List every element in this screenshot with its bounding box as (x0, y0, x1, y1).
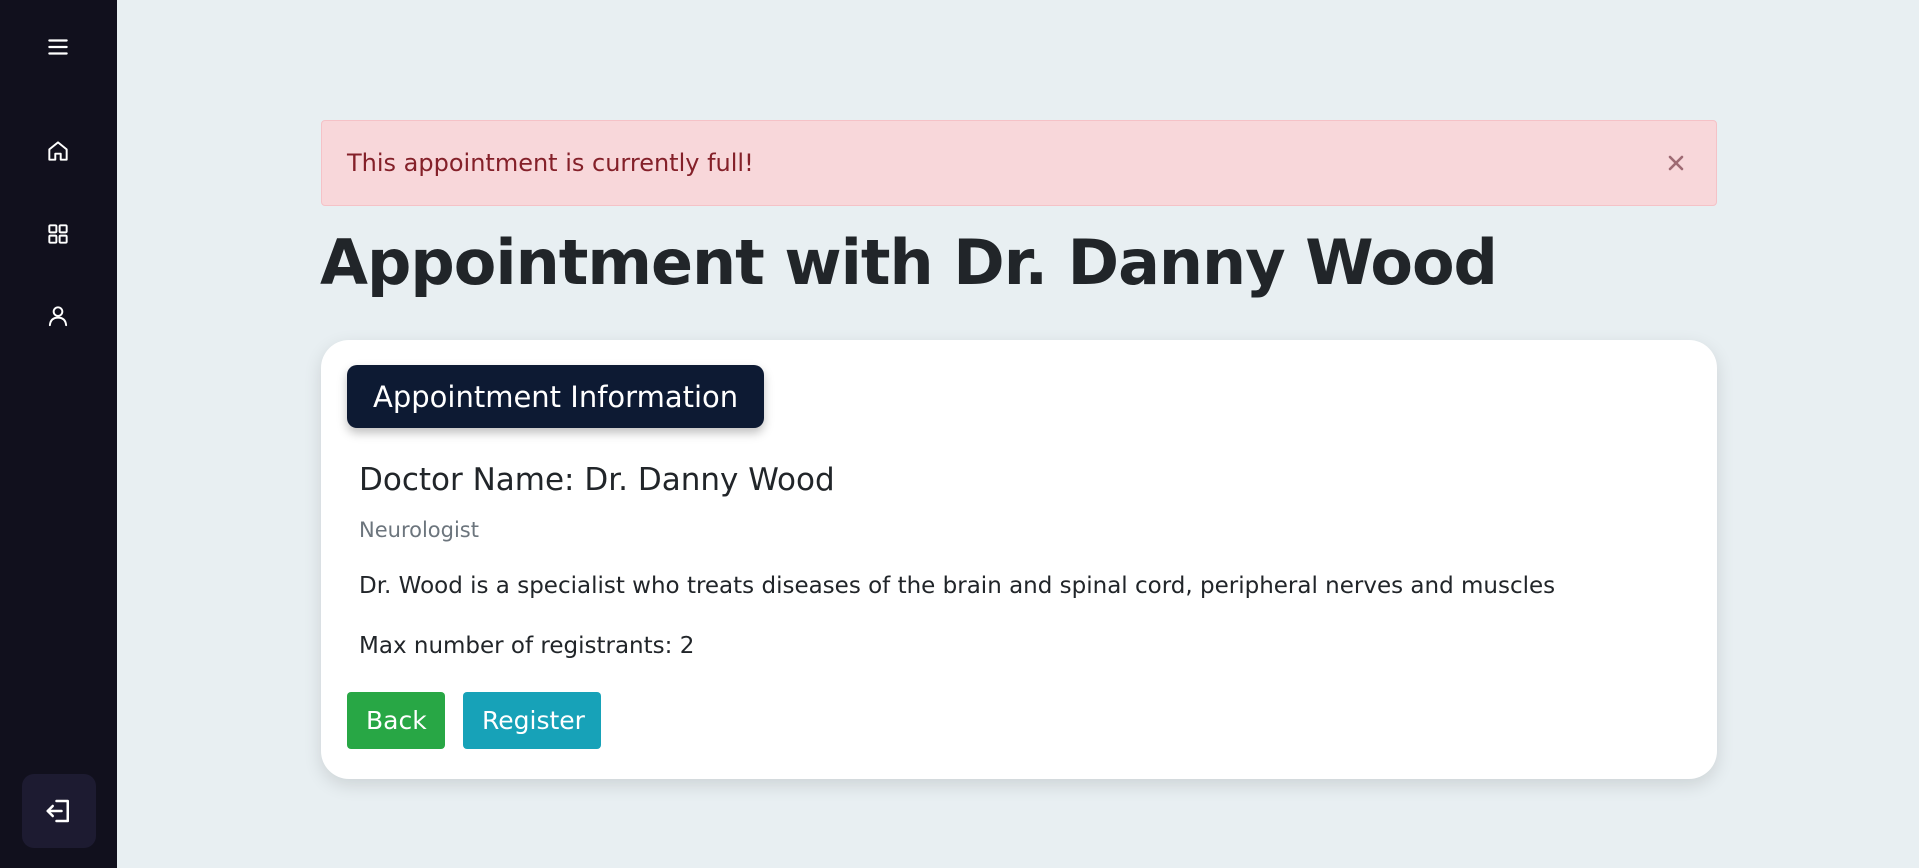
doctor-name: Doctor Name: Dr. Danny Wood (359, 462, 835, 498)
appointment-card: Appointment Information Doctor Name: Dr.… (321, 340, 1717, 779)
full-appointment-alert: This appointment is currently full! (321, 120, 1717, 206)
doctor-specialty: Neurologist (359, 518, 479, 542)
sidebar (0, 0, 117, 868)
user-icon (48, 306, 68, 327)
log-out-icon (46, 799, 69, 823)
hamburger-menu-icon[interactable] (38, 27, 78, 67)
alert-message: This appointment is currently full! (347, 149, 754, 177)
card-badge: Appointment Information (347, 365, 765, 428)
max-registrants: Max number of registrants: 2 (359, 633, 694, 659)
close-icon[interactable] (1664, 151, 1688, 175)
logout-button[interactable] (22, 774, 96, 848)
sidebar-item-profile[interactable] (38, 296, 78, 336)
grid-icon (48, 224, 68, 244)
doctor-description: Dr. Wood is a specialist who treats dise… (359, 573, 1556, 599)
max-registrants-label: Max number of registrants: (359, 633, 673, 659)
register-button[interactable]: Register (463, 692, 601, 749)
page-title: Appointment with Dr. Danny Wood (320, 226, 1498, 299)
sidebar-item-dashboard[interactable] (38, 214, 78, 254)
back-button[interactable]: Back (347, 692, 445, 749)
doctor-name-label: Doctor Name: (359, 462, 575, 498)
sidebar-item-home[interactable] (38, 131, 78, 171)
max-registrants-value: 2 (679, 633, 695, 659)
home-icon (48, 141, 68, 161)
doctor-name-value: Dr. Danny Wood (584, 462, 835, 498)
